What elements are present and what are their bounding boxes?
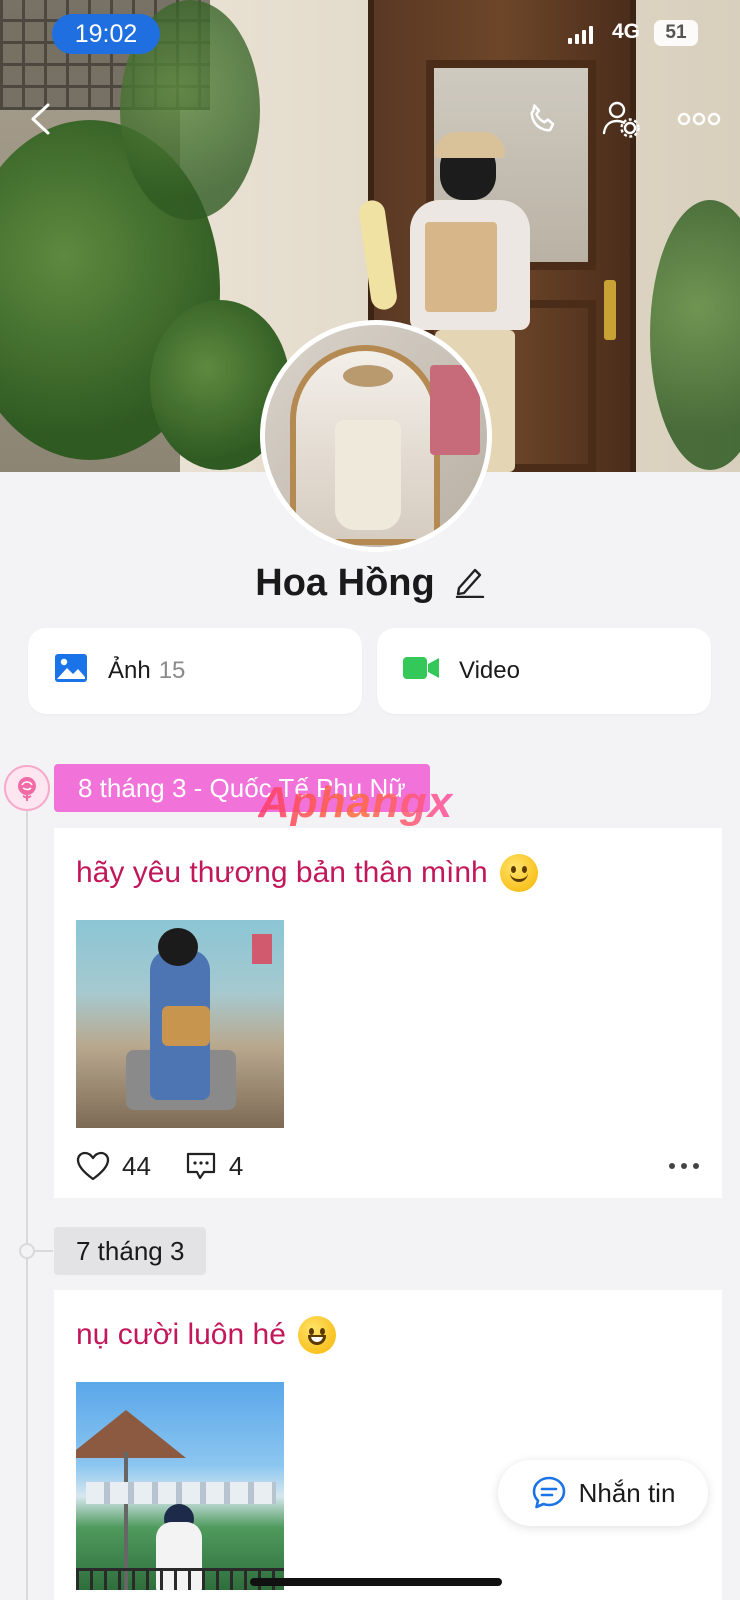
heart-icon[interactable] bbox=[76, 1151, 110, 1181]
send-message-label: Nhắn tin bbox=[578, 1477, 676, 1508]
timeline-post[interactable]: nụ cười luôn hé bbox=[54, 1290, 722, 1600]
smile-emoji-icon bbox=[499, 854, 538, 892]
more-icon[interactable] bbox=[676, 96, 722, 142]
photos-label: Ảnh bbox=[108, 657, 151, 684]
timeline-date-pill: 7 tháng 3 bbox=[54, 1227, 207, 1275]
post-text: nụ cười luôn hé bbox=[76, 1318, 286, 1351]
post-footer: 44 4 bbox=[76, 1146, 700, 1186]
signal-icon bbox=[568, 26, 594, 44]
message-icon bbox=[531, 1475, 567, 1511]
photos-count: 15 bbox=[158, 657, 186, 684]
door-handle bbox=[604, 280, 616, 340]
send-message-button[interactable]: Nhắn tin bbox=[498, 1460, 708, 1526]
comment-icon[interactable] bbox=[185, 1151, 217, 1181]
grin-emoji-icon bbox=[297, 1316, 336, 1354]
network-type: 4G bbox=[612, 20, 641, 43]
post-text: hãy yêu thương bản thân mình bbox=[76, 856, 488, 889]
timeline-node-tick bbox=[35, 1250, 53, 1252]
back-icon[interactable] bbox=[18, 96, 64, 142]
image-icon bbox=[54, 653, 88, 690]
home-indicator bbox=[250, 1578, 502, 1586]
timeline-post[interactable]: hãy yêu thương bản thân mình 44 4 bbox=[54, 828, 722, 1198]
post-text-row: hãy yêu thương bản thân mình bbox=[76, 854, 538, 892]
battery-indicator: 51 bbox=[654, 20, 698, 46]
user-settings-icon[interactable] bbox=[598, 96, 644, 142]
video-label: Video bbox=[459, 657, 520, 684]
video-icon bbox=[403, 655, 439, 688]
edit-icon[interactable] bbox=[453, 564, 485, 603]
status-bar: 19:02 4G 51 bbox=[0, 12, 740, 56]
post-text-row: nụ cười luôn hé bbox=[76, 1316, 336, 1354]
like-count: 44 bbox=[122, 1150, 151, 1181]
video-button[interactable]: Video bbox=[377, 628, 711, 714]
profile-name-row: Hoa Hồng bbox=[0, 556, 740, 610]
avatar[interactable] bbox=[260, 320, 492, 552]
watermark: Aphangx bbox=[258, 778, 454, 827]
photos-button[interactable]: Ảnh 15 bbox=[28, 628, 362, 714]
rose-icon bbox=[4, 765, 50, 811]
post-photo[interactable] bbox=[76, 1382, 284, 1590]
phone-icon[interactable] bbox=[520, 96, 566, 142]
timeline-line bbox=[26, 800, 28, 1600]
top-actions bbox=[0, 96, 740, 146]
status-time: 19:02 bbox=[52, 14, 160, 54]
timeline-node bbox=[19, 1243, 35, 1259]
post-more-icon[interactable] bbox=[668, 1162, 700, 1170]
post-photo[interactable] bbox=[76, 920, 284, 1128]
comment-count: 4 bbox=[228, 1150, 244, 1181]
profile-name: Hoa Hồng bbox=[255, 561, 435, 604]
